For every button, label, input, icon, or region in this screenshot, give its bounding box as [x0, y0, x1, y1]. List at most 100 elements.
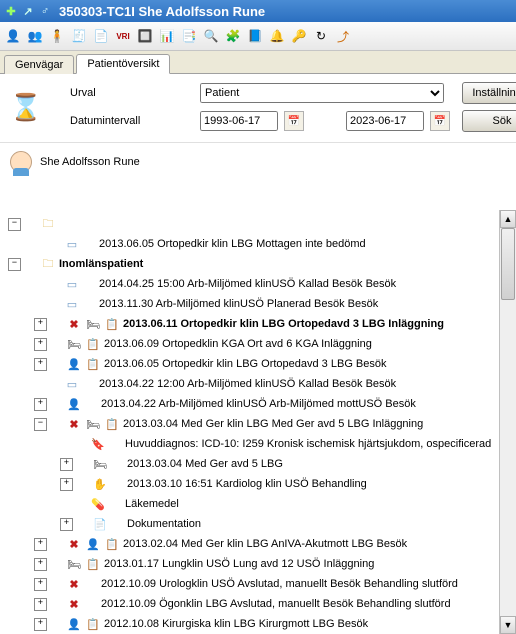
cancel-icon: ✖ [66, 597, 82, 611]
toolbar-btn-14[interactable]: 🔑 [290, 27, 308, 45]
window-title-bar: ✚ ↗ ♂ 350303-TC1I She Adolfsson Rune [0, 0, 516, 22]
title-icon-gender: ♂ [38, 4, 52, 18]
toolbar-btn-10[interactable]: 🔍 [202, 27, 220, 45]
cancel-icon: ✖ [66, 417, 82, 431]
tree-row[interactable]: + 👤 📋 2013.06.05 Ortopedkir klin LBG Ort… [8, 354, 514, 374]
cancel-icon: ✖ [66, 577, 82, 591]
hand-icon: ✋ [92, 477, 108, 491]
scroll-up-icon[interactable]: ▲ [500, 210, 516, 228]
expander-icon[interactable]: + [34, 598, 47, 611]
expander-icon[interactable]: + [60, 458, 73, 471]
tree-row[interactable]: + 🛏 📋 2013.06.09 Ortopedklin KGA Ort avd… [8, 334, 514, 354]
toolbar-btn-1[interactable]: 👤 [4, 27, 22, 45]
vertical-scrollbar[interactable]: ▲ ▼ [499, 210, 516, 634]
toolbar-btn-4[interactable]: 🧾 [70, 27, 88, 45]
title-icon-link: ↗ [21, 4, 35, 18]
toolbar-btn-15[interactable]: ↻ [312, 27, 330, 45]
tree-row[interactable]: + ✖ 2012.10.09 Ögonklin LBG Avslutad, ma… [8, 594, 514, 614]
title-icon-plus: ✚ [4, 4, 18, 18]
main-toolbar: 👤 👥 🧍 🧾 📄 VRI 🔲 📊 📑 🔍 🧩 📘 🔔 🔑 ↻ ⤴ [0, 22, 516, 51]
toolbar-btn-3[interactable]: 🧍 [48, 27, 66, 45]
expander-icon[interactable]: + [34, 318, 47, 331]
tree-root-1[interactable]: − 🗀 [8, 214, 514, 234]
expander-icon[interactable]: − [34, 418, 47, 431]
expander-icon[interactable]: + [34, 338, 47, 351]
toolbar-btn-12[interactable]: 📘 [246, 27, 264, 45]
search-panel: ⌛ Urval Patient Inställningar Datuminter… [0, 74, 516, 143]
expander-icon[interactable]: + [34, 558, 47, 571]
tab-patient-overview[interactable]: Patientöversikt [76, 54, 170, 74]
clipboard-icon: 📋 [104, 537, 120, 551]
bed-icon: 🛏 [85, 417, 101, 431]
clipboard-icon: 📋 [85, 617, 101, 631]
scroll-down-icon[interactable]: ▼ [500, 616, 516, 634]
scroll-track[interactable] [500, 228, 516, 616]
tree-row[interactable]: + 👤 📋 2012.10.08 Kirurgiska klin LBG Kir… [8, 614, 514, 634]
bed-icon: 🛏 [66, 337, 82, 351]
toolbar-btn-16[interactable]: ⤴ [334, 27, 352, 45]
toolbar-btn-5[interactable]: 📄 [92, 27, 110, 45]
tree-row[interactable]: + 🛏 📋 2013.01.17 Lungklin USÖ Lung avd 1… [8, 554, 514, 574]
date-to-input[interactable] [346, 111, 424, 131]
clipboard-icon: 📋 [104, 417, 120, 431]
document-icon: 📄 [92, 517, 108, 531]
tree-row[interactable]: + ✖ 2012.10.09 Urologklin USÖ Avslutad, … [8, 574, 514, 594]
tree-row[interactable]: 💊 Läkemedel [8, 494, 514, 514]
tree-row[interactable]: + 📄 Dokumentation [8, 514, 514, 534]
clipboard-icon: 📋 [85, 557, 101, 571]
tree-row[interactable]: ▭ 2013.04.22 12:00 Arb-Miljömed klinUSÖ … [8, 374, 514, 394]
expander-icon[interactable]: − [8, 218, 21, 231]
tag-icon: 🔖 [90, 437, 106, 451]
search-button[interactable]: Sök [462, 110, 516, 132]
tree-row[interactable]: + 👤 2013.04.22 Arb-Miljömed klinUSÖ Arb-… [8, 394, 514, 414]
toolbar-btn-11[interactable]: 🧩 [224, 27, 242, 45]
note-icon: ▭ [64, 237, 80, 251]
date-from-input[interactable] [200, 111, 278, 131]
expander-icon[interactable]: + [60, 518, 73, 531]
urval-select[interactable]: Patient [200, 83, 444, 103]
toolbar-btn-8[interactable]: 📊 [158, 27, 176, 45]
tree-row[interactable]: ▭ 2013.11.30 Arb-Miljömed klinUSÖ Planer… [8, 294, 514, 314]
expander-icon[interactable]: + [34, 358, 47, 371]
tree-row[interactable]: ▭ 2014.04.25 15:00 Arb-Miljömed klinUSÖ … [8, 274, 514, 294]
expander-icon[interactable]: + [34, 398, 47, 411]
person-icon: 👤 [66, 397, 82, 411]
person-icon: 👤 [66, 617, 82, 631]
bed-icon: 🛏 [92, 457, 108, 471]
toolbar-btn-vri[interactable]: VRI [114, 27, 132, 45]
events-tree: − 🗀 ▭ 2013.06.05 Ortopedkir klin LBG Mot… [0, 210, 516, 634]
bed-icon: 🛏 [66, 557, 82, 571]
tree-group[interactable]: − 🗀 Inomlänspatient [8, 254, 514, 274]
tree-row[interactable]: ▭ 2013.06.05 Ortopedkir klin LBG Mottage… [8, 234, 514, 254]
expander-icon[interactable]: + [34, 618, 47, 631]
tree-row[interactable]: 🔖 Huvuddiagnos: ICD-10: I259 Kronisk isc… [8, 434, 514, 454]
person-icon: 👤 [66, 357, 82, 371]
tree-row[interactable]: + ✖ 👤 📋 2013.02.04 Med Ger klin LBG AnIV… [8, 534, 514, 554]
tree-row[interactable]: + ✖ 🛏 📋 2013.06.11 Ortopedkir klin LBG O… [8, 314, 514, 334]
date-from-calendar-icon[interactable]: 📅 [284, 111, 304, 131]
toolbar-btn-2[interactable]: 👥 [26, 27, 44, 45]
settings-button[interactable]: Inställningar [462, 82, 516, 104]
expander-icon[interactable]: + [34, 578, 47, 591]
expander-icon[interactable]: + [60, 478, 73, 491]
hourglass-icon: ⌛ [10, 91, 42, 123]
tree-row[interactable]: + ✋ 2013.03.10 16:51 Kardiolog klin USÖ … [8, 474, 514, 494]
tab-strip: Genvägar Patientöversikt [0, 51, 516, 74]
tree-row[interactable]: + 🛏 2013.03.04 Med Ger avd 5 LBG [8, 454, 514, 474]
toolbar-btn-13[interactable]: 🔔 [268, 27, 286, 45]
toolbar-btn-7[interactable]: 🔲 [136, 27, 154, 45]
toolbar-btn-9[interactable]: 📑 [180, 27, 198, 45]
tree-row[interactable]: − ✖ 🛏 📋 2013.03.04 Med Ger klin LBG Med … [8, 414, 514, 434]
date-to-calendar-icon[interactable]: 📅 [430, 111, 450, 131]
expander-icon[interactable]: − [8, 258, 21, 271]
clipboard-icon: 📋 [104, 317, 120, 331]
patient-header: She Adolfsson Rune [0, 143, 516, 177]
window-title: 350303-TC1I She Adolfsson Rune [59, 4, 265, 19]
scroll-thumb[interactable] [501, 228, 515, 300]
patient-avatar-icon [10, 151, 32, 173]
tab-shortcuts[interactable]: Genvägar [4, 55, 74, 74]
note-icon: ▭ [64, 297, 80, 311]
cancel-icon: ✖ [66, 317, 82, 331]
note-icon: ▭ [64, 277, 80, 291]
expander-icon[interactable]: + [34, 538, 47, 551]
